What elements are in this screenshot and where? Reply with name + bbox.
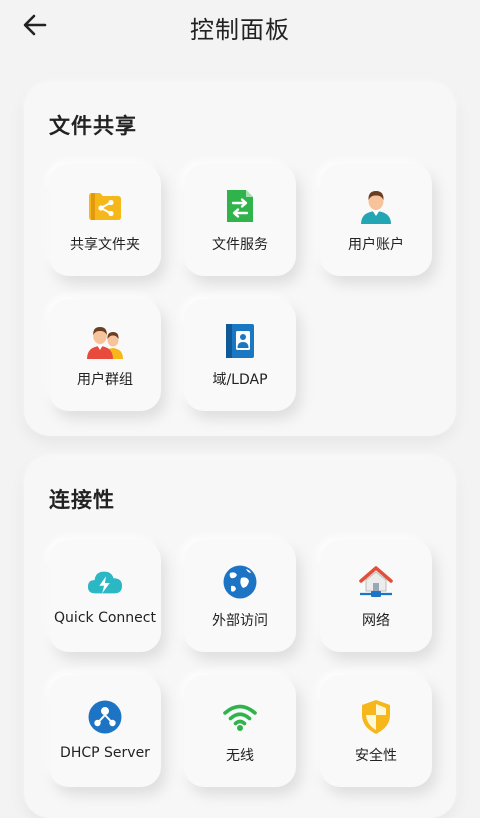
file-sharing-section: 文件共享 共享文件夹 文件服务 用户账户 用户群组 域/LDAP <box>24 84 456 436</box>
tile-label: 用户群组 <box>77 372 133 388</box>
tile-wireless[interactable]: 无线 <box>184 675 296 787</box>
tile-dhcp-server[interactable]: DHCP Server <box>49 675 161 787</box>
dhcp-icon <box>87 699 123 735</box>
tile-label: Quick Connect <box>54 610 156 626</box>
page-title: 控制面板 <box>190 16 290 44</box>
tile-label: DHCP Server <box>60 745 150 761</box>
tile-file-services[interactable]: 文件服务 <box>184 164 296 276</box>
tile-label: 安全性 <box>355 748 397 764</box>
home-network-icon <box>358 564 394 600</box>
tile-label: 网络 <box>362 613 390 629</box>
tile-external-access[interactable]: 外部访问 <box>184 540 296 652</box>
tile-label: 共享文件夹 <box>70 237 140 253</box>
globe-icon <box>222 564 258 600</box>
tile-security[interactable]: 安全性 <box>320 675 432 787</box>
tile-quick-connect[interactable]: Quick Connect <box>49 540 161 652</box>
tile-label: 无线 <box>226 748 254 764</box>
address-book-icon <box>222 323 258 359</box>
user-group-icon <box>87 323 123 359</box>
tile-user-accounts[interactable]: 用户账户 <box>320 164 432 276</box>
shield-icon <box>358 699 394 735</box>
user-icon <box>358 188 394 224</box>
tile-label: 域/LDAP <box>212 372 268 388</box>
wifi-icon <box>222 699 258 735</box>
tile-label: 文件服务 <box>212 237 268 253</box>
tile-user-groups[interactable]: 用户群组 <box>49 299 161 411</box>
header: 控制面板 <box>0 0 480 52</box>
section-title-file-sharing: 文件共享 <box>49 114 137 138</box>
tile-domain-ldap[interactable]: 域/LDAP <box>184 299 296 411</box>
section-title-connectivity: 连接性 <box>49 488 115 512</box>
cloud-lightning-icon <box>87 564 123 600</box>
tile-shared-folder[interactable]: 共享文件夹 <box>49 164 161 276</box>
tile-network[interactable]: 网络 <box>320 540 432 652</box>
shared-folder-icon <box>87 188 123 224</box>
file-services-icon <box>222 188 258 224</box>
tile-label: 用户账户 <box>348 237 404 253</box>
connectivity-section: 连接性 Quick Connect 外部访问 网络 DHCP Server 无线… <box>24 458 456 818</box>
tile-label: 外部访问 <box>212 613 268 629</box>
